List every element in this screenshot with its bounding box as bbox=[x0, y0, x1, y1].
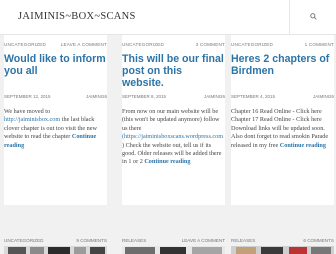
post-excerpt: Chapter 16 Read Online - Click here Chap… bbox=[231, 108, 329, 149]
post-category[interactable]: RELEASES bbox=[122, 238, 146, 243]
continue-reading-link[interactable]: Continue reading bbox=[144, 158, 190, 165]
post-category[interactable]: UNCATEGORIZED bbox=[4, 238, 43, 243]
post-category[interactable]: UNCATEGORIZED bbox=[122, 42, 164, 47]
post-thumbnail[interactable] bbox=[231, 246, 336, 254]
post-category[interactable]: RELEASES bbox=[231, 238, 255, 243]
post-excerpt: We have moved to http://jaiminisbox.com … bbox=[4, 108, 97, 149]
search-icon bbox=[310, 13, 317, 20]
search-button[interactable] bbox=[289, 0, 336, 34]
post-comments-link[interactable]: 1 COMMENT bbox=[305, 42, 334, 47]
top-bar: JAIMINIS~BOX~SCANS bbox=[0, 0, 336, 35]
continue-reading-link[interactable]: Continue reading bbox=[280, 142, 326, 149]
post-date[interactable]: SEPTEMBER 12, 2015 bbox=[4, 94, 51, 99]
post-comments-link[interactable]: LEAVE A COMMENT bbox=[182, 238, 225, 243]
post-excerpt: From now on our main website will be (th… bbox=[122, 108, 224, 166]
post-category[interactable]: UNCATEGORIZED bbox=[4, 42, 46, 47]
post-author[interactable]: JAIMINI26 bbox=[204, 94, 225, 99]
post-thumbnail[interactable] bbox=[122, 246, 227, 254]
post-date[interactable]: SEPTEMBER 8, 2015 bbox=[122, 94, 166, 99]
post-category[interactable]: UNCATEGORIZED bbox=[231, 42, 273, 47]
post-excerpt-link[interactable]: (https://jaiminisboxscans.wordpress.com bbox=[122, 133, 223, 140]
post-comments-link[interactable]: 6 COMMENTS bbox=[303, 238, 334, 243]
post-comments-link[interactable]: LEAVE A COMMENT bbox=[61, 42, 107, 47]
post-comments-link[interactable]: 3 COMMENT bbox=[196, 42, 225, 47]
post-author[interactable]: JAIMINI26 bbox=[313, 94, 334, 99]
post-title[interactable]: Heres 2 chapters of Birdmen bbox=[231, 53, 334, 77]
post-card: UNCATEGORIZED LEAVE A COMMENT Would like… bbox=[4, 35, 107, 205]
post-title[interactable]: This will be our final post on this webs… bbox=[122, 53, 225, 89]
site-title[interactable]: JAIMINIS~BOX~SCANS bbox=[18, 11, 136, 22]
post-title[interactable]: Would like to inform you all bbox=[4, 53, 107, 77]
post-excerpt-link[interactable]: http://jaiminisbox.com bbox=[4, 116, 60, 123]
post-comments-link[interactable]: 9 COMMENTS bbox=[76, 238, 107, 243]
post-author[interactable]: JAIMINI26 bbox=[86, 94, 107, 99]
post-card: UNCATEGORIZED 3 COMMENT This will be our… bbox=[122, 35, 225, 205]
post-thumbnail[interactable] bbox=[4, 246, 109, 254]
post-date[interactable]: SEPTEMBER 4, 2015 bbox=[231, 94, 275, 99]
post-card: UNCATEGORIZED 1 COMMENT Heres 2 chapters… bbox=[231, 35, 334, 205]
